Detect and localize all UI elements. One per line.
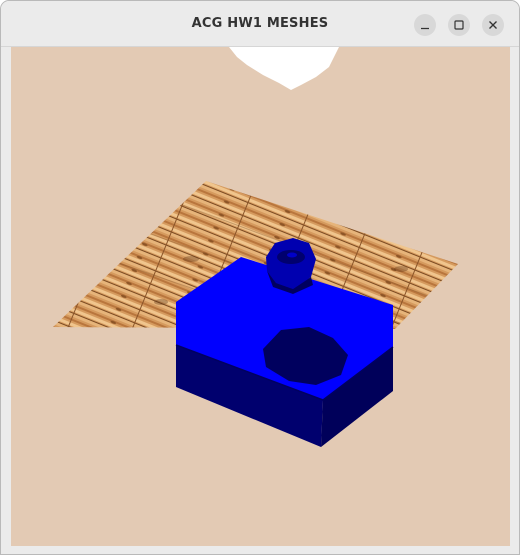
app-window: ACG HW1 MESHES bbox=[0, 0, 520, 555]
maximize-button[interactable] bbox=[448, 14, 470, 36]
scene-canvas bbox=[53, 47, 458, 447]
close-button[interactable] bbox=[482, 14, 504, 36]
close-icon bbox=[489, 21, 497, 29]
minimize-icon bbox=[421, 27, 429, 30]
maximize-icon bbox=[454, 20, 464, 30]
title-bar[interactable]: ACG HW1 MESHES bbox=[1, 1, 519, 47]
render-viewport[interactable] bbox=[11, 47, 510, 546]
window-title: ACG HW1 MESHES bbox=[191, 16, 329, 31]
light-source bbox=[229, 47, 339, 90]
torus-mesh bbox=[266, 238, 316, 294]
minimize-button[interactable] bbox=[414, 14, 436, 36]
